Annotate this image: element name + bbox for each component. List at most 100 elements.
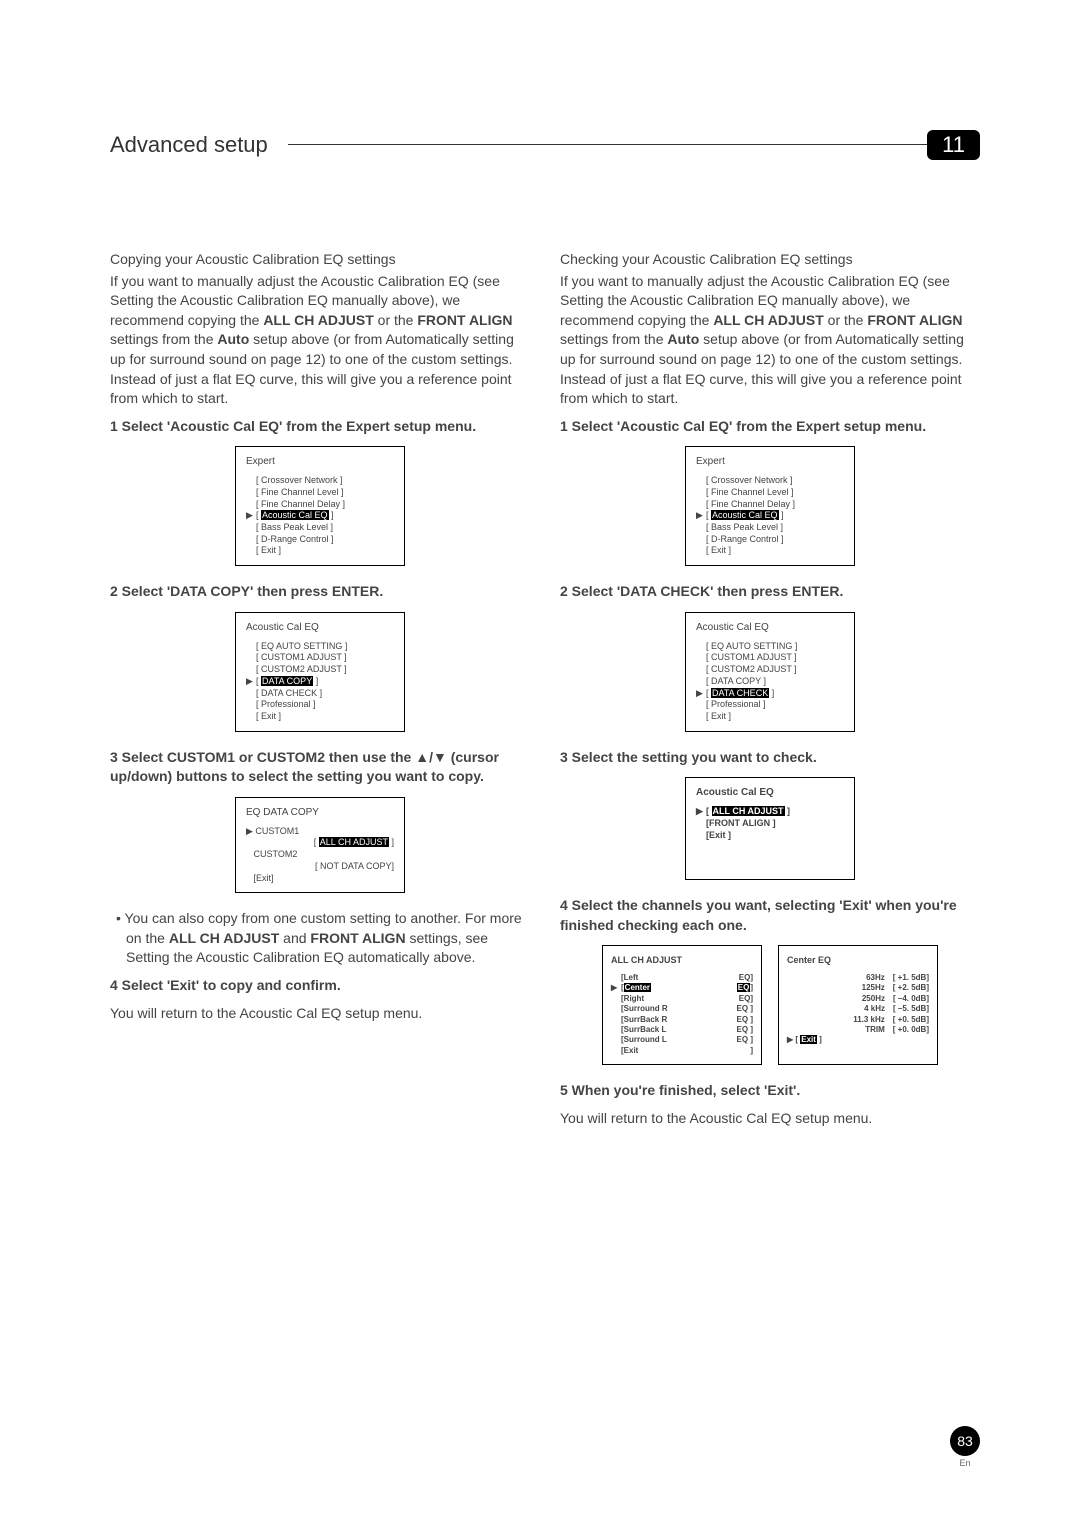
osd-line: [Right EQ] <box>611 994 753 1004</box>
osd-line: [ Fine Channel Delay ] <box>696 499 844 511</box>
osd-text: [ D-Range Control ] <box>706 534 784 544</box>
osd-highlight: Exit <box>800 1035 817 1044</box>
bold-text: Auto <box>217 331 249 347</box>
osd-text: [ DATA COPY ] <box>706 676 766 686</box>
osd-text: EQ] <box>739 994 753 1004</box>
osd-line: [FRONT ALIGN ] <box>696 818 844 830</box>
text: If you want to manually adjust the Acous… <box>560 273 950 289</box>
left-column: Copying your Acoustic Calibration EQ set… <box>110 250 530 1136</box>
osd-text: [ Fine Channel Delay ] <box>256 499 345 509</box>
osd-text: [ –4. 0dB] <box>893 994 929 1004</box>
osd-text: [ +0. 0dB] <box>893 1025 929 1035</box>
bold-text: ALL CH ADJUST <box>263 312 373 328</box>
page-footer: 83 En <box>950 1426 980 1468</box>
osd-highlight: Acoustic Cal EQ <box>711 510 779 520</box>
osd-text: EQ ] <box>737 1035 753 1045</box>
left-tail: You will return to the Acoustic Cal EQ s… <box>110 1004 530 1024</box>
osd-title: Expert <box>246 455 394 469</box>
page-lang: En <box>950 1458 980 1468</box>
osd-line: [Surround REQ ] <box>611 1004 753 1014</box>
osd-text: [ Professional ] <box>256 699 316 709</box>
osd-acoustic-cal-menu: Acoustic Cal EQ [ EQ AUTO SETTING ] [ CU… <box>235 612 405 732</box>
osd-line: [ Exit ] <box>696 711 844 723</box>
osd-text: EQ ] <box>737 1025 753 1035</box>
osd-line: 4 kHz[ –5. 5dB] <box>787 1004 929 1014</box>
right-column: Checking your Acoustic Calibration EQ se… <box>560 250 980 1136</box>
osd-text: [ Fine Channel Level ] <box>256 487 344 497</box>
osd-channel-pair: ALL CH ADJUST [LeftEQ] ▶[CenterEQ] [Righ… <box>560 945 980 1065</box>
osd-line: [ Fine Channel Level ] <box>696 487 844 499</box>
osd-text: [ Crossover Network ] <box>256 475 343 485</box>
osd-line: [ Professional ] <box>246 699 394 711</box>
osd-highlight: DATA COPY <box>261 676 313 686</box>
text: above. <box>430 949 476 965</box>
osd-text: CUSTOM1 <box>255 826 299 836</box>
osd-text: [SurrBack R <box>621 1015 667 1024</box>
osd-line: [ Fine Channel Level ] <box>246 487 394 499</box>
osd-text: [Right <box>621 994 644 1003</box>
osd-text: [ Bass Peak Level ] <box>256 522 333 532</box>
link-text: Setting the Acoustic Calibration EQ manu… <box>110 292 388 308</box>
left-step-2: 2 Select 'DATA COPY' then press ENTER. <box>110 582 530 602</box>
bold-text: FRONT ALIGN <box>310 930 405 946</box>
link-text: Setting the Acoustic Calibration EQ auto… <box>126 949 430 965</box>
bold-text: FRONT ALIGN <box>867 312 962 328</box>
osd-line-selected: ▶[ Acoustic Cal EQ ] <box>696 510 844 522</box>
osd-text: [Exit ] <box>706 830 731 840</box>
bold-text: Auto <box>667 331 699 347</box>
osd-text: CUSTOM2 <box>254 849 298 859</box>
text: setup above (or from <box>699 331 835 347</box>
osd-expert-menu: Expert [ Crossover Network ] [ Fine Chan… <box>235 446 405 566</box>
link-text: Setting the Acoustic Calibration EQ manu… <box>560 292 838 308</box>
osd-line: 63Hz[ +1. 5dB] <box>787 973 929 983</box>
osd-line: [ EQ AUTO SETTING ] <box>696 641 844 653</box>
osd-line: [SurrBack REQ ] <box>611 1015 753 1025</box>
osd-line: [ NOT DATA COPY] <box>246 861 394 873</box>
bold-text: FRONT ALIGN <box>417 312 512 328</box>
page-number-badge: 83 <box>950 1426 980 1456</box>
osd-text: [ Professional ] <box>706 699 766 709</box>
right-subheading: Checking your Acoustic Calibration EQ se… <box>560 250 980 270</box>
osd-text: 250Hz <box>787 994 893 1004</box>
text: or the <box>824 312 868 328</box>
left-bullet: • You can also copy from one custom sett… <box>110 909 530 968</box>
osd-line: [ Bass Peak Level ] <box>246 522 394 534</box>
text: settings, see <box>406 930 489 946</box>
osd-text: [ DATA CHECK ] <box>256 688 322 698</box>
left-step-4: 4 Select 'Exit' to copy and confirm. <box>110 976 530 996</box>
osd-text: 63Hz <box>787 973 893 983</box>
osd-text: [ Exit ] <box>256 711 281 721</box>
osd-text: [ EQ AUTO SETTING ] <box>706 641 797 651</box>
osd-text: EQ ] <box>737 1004 753 1014</box>
right-step-5: 5 When you're finished, select 'Exit'. <box>560 1081 980 1101</box>
osd-text: [Left <box>621 973 638 982</box>
osd-all-ch-adjust: ALL CH ADJUST [LeftEQ] ▶[CenterEQ] [Righ… <box>602 945 762 1065</box>
osd-text: 4 kHz <box>787 1004 893 1014</box>
osd-title: EQ DATA COPY <box>246 806 394 820</box>
osd-line: [ D-Range Control ] <box>246 534 394 546</box>
osd-line: [ Exit ] <box>246 711 394 723</box>
osd-text: [ Exit ] <box>706 711 731 721</box>
osd-line: ▶ CUSTOM1 <box>246 826 394 838</box>
osd-line: [ Crossover Network ] <box>696 475 844 487</box>
right-step-3: 3 Select the setting you want to check. <box>560 748 980 768</box>
osd-line: [ ALL CH ADJUST ] <box>246 837 394 849</box>
osd-line: CUSTOM2 <box>246 849 394 861</box>
osd-text: [ +0. 5dB] <box>893 1015 929 1025</box>
osd-center-eq: Center EQ 63Hz[ +1. 5dB] 125Hz[ +2. 5dB]… <box>778 945 938 1065</box>
osd-highlight: ALL CH ADJUST <box>712 806 785 816</box>
osd-text: [ Bass Peak Level ] <box>706 522 783 532</box>
osd-line-selected: ▶[CenterEQ] <box>611 983 753 993</box>
osd-text: [ +1. 5dB] <box>893 973 929 983</box>
left-intro: If you want to manually adjust the Acous… <box>110 272 530 409</box>
osd-text: [ NOT DATA COPY] <box>315 861 394 871</box>
osd-text: [ Crossover Network ] <box>706 475 793 485</box>
osd-text: [ CUSTOM2 ADJUST ] <box>706 664 797 674</box>
osd-highlight: Acoustic Cal EQ <box>261 510 329 520</box>
osd-line: 11.3 kHz[ +0. 5dB] <box>787 1015 929 1025</box>
left-step-1: 1 Select 'Acoustic Cal EQ' from the Expe… <box>110 417 530 437</box>
osd-line: [ Crossover Network ] <box>246 475 394 487</box>
osd-line-selected: ▶[ DATA COPY ] <box>246 676 394 688</box>
osd-text: [ Fine Channel Delay ] <box>706 499 795 509</box>
right-step-4: 4 Select the channels you want, selectin… <box>560 896 980 935</box>
